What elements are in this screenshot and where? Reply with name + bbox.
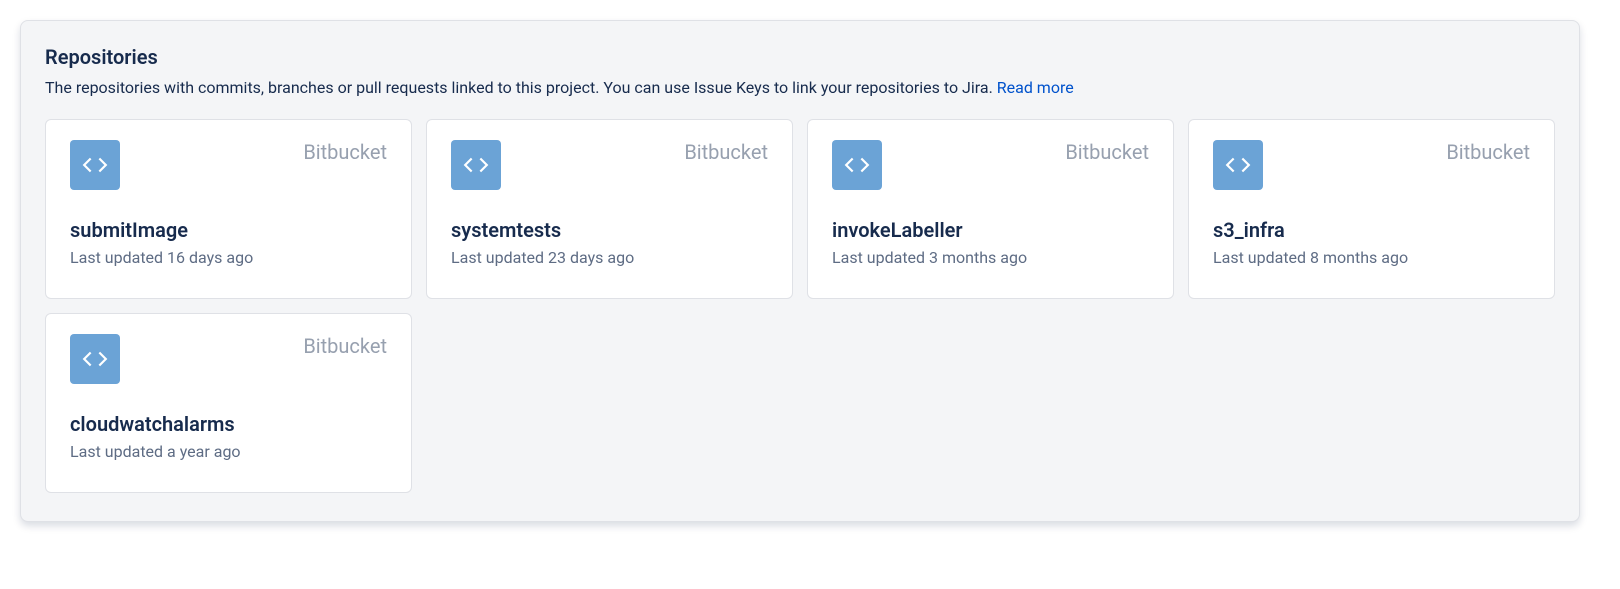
read-more-link[interactable]: Read more	[997, 78, 1074, 97]
code-icon	[832, 140, 882, 190]
code-icon	[70, 334, 120, 384]
code-icon	[1213, 140, 1263, 190]
repo-name: submitImage	[70, 218, 387, 242]
repo-card[interactable]: Bitbucket cloudwatchalarms Last updated a …	[45, 313, 412, 493]
repo-updated: Last updated a year ago	[70, 442, 387, 461]
card-header: Bitbucket	[1213, 140, 1530, 190]
repositories-panel: Repositories The repositories with commi…	[20, 20, 1580, 522]
code-icon	[451, 140, 501, 190]
card-header: Bitbucket	[70, 334, 387, 384]
card-header: Bitbucket	[832, 140, 1149, 190]
repo-updated: Last updated 16 days ago	[70, 248, 387, 267]
card-header: Bitbucket	[451, 140, 768, 190]
repo-updated: Last updated 8 months ago	[1213, 248, 1530, 267]
panel-description: The repositories with commits, branches …	[45, 77, 1555, 99]
provider-label: Bitbucket	[1065, 140, 1149, 164]
provider-label: Bitbucket	[303, 334, 387, 358]
repositories-grid: Bitbucket submitImage Last updated 16 days…	[45, 119, 1555, 493]
provider-label: Bitbucket	[303, 140, 387, 164]
repo-card[interactable]: Bitbucket invokeLabeller Last updated 3 mo…	[807, 119, 1174, 299]
card-header: Bitbucket	[70, 140, 387, 190]
description-text: The repositories with commits, branches …	[45, 78, 997, 97]
repo-name: cloudwatchalarms	[70, 412, 387, 436]
repo-name: invokeLabeller	[832, 218, 1149, 242]
repo-updated: Last updated 3 months ago	[832, 248, 1149, 267]
repo-card[interactable]: Bitbucket s3_infra Last updated 8 months a…	[1188, 119, 1555, 299]
provider-label: Bitbucket	[1446, 140, 1530, 164]
repo-name: s3_infra	[1213, 218, 1530, 242]
provider-label: Bitbucket	[684, 140, 768, 164]
repo-name: systemtests	[451, 218, 768, 242]
repo-updated: Last updated 23 days ago	[451, 248, 768, 267]
repo-card[interactable]: Bitbucket systemtests Last updated 23 days…	[426, 119, 793, 299]
code-icon	[70, 140, 120, 190]
panel-title: Repositories	[45, 45, 1555, 69]
repo-card[interactable]: Bitbucket submitImage Last updated 16 days…	[45, 119, 412, 299]
